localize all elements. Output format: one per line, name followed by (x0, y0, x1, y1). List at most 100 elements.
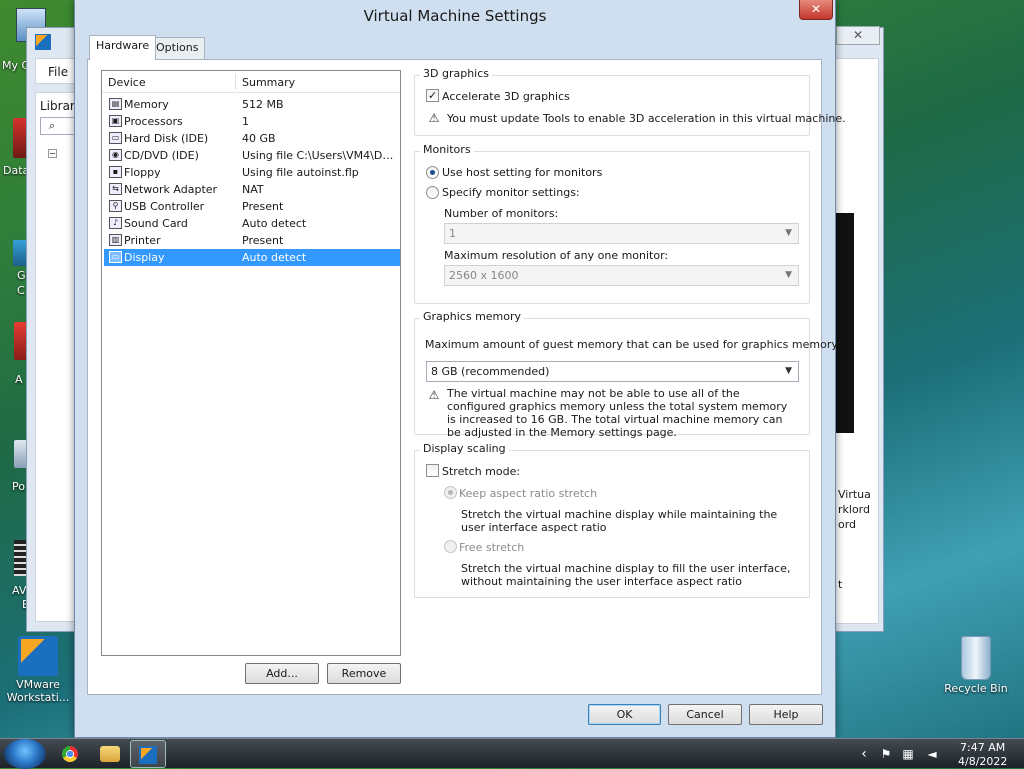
clock-date[interactable]: 4/8/2022 (958, 755, 1007, 768)
column-header-device[interactable]: Device (108, 76, 146, 89)
warning-icon: ⚠ (428, 388, 440, 402)
expand-icon[interactable]: − (48, 149, 57, 158)
tab-options[interactable]: Options (149, 37, 206, 59)
tab-hardware[interactable]: Hardware (89, 35, 157, 60)
taskbar-vmware-button[interactable] (130, 740, 166, 768)
start-button[interactable] (4, 739, 46, 769)
remove-device-button[interactable]: Remove (327, 663, 401, 684)
graphics-memory-warning-text: The virtual machine may not be able to u… (447, 387, 788, 439)
group-title: Display scaling (420, 442, 509, 455)
use-host-setting-radio[interactable] (426, 166, 439, 179)
device-summary: NAT (242, 183, 264, 196)
vm-details-text: Virtua rklord ord t (838, 487, 871, 592)
device-summary: Using file C:\Users\VM4\Dow... (242, 149, 396, 162)
device-name: Memory (124, 98, 169, 111)
vm-detail-line: rklord (838, 503, 870, 516)
hard-disk-icon: ▭ (109, 132, 122, 144)
desktop-icon-label: C (17, 284, 25, 297)
device-summary: Using file autoinst.flp (242, 166, 359, 179)
sound-card-icon: ♪ (109, 217, 122, 229)
hardware-panel: Device Summary ▤ Memory 512 MB ▣ Processors 1… (87, 59, 846, 695)
device-name: Network Adapter (124, 183, 218, 196)
max-resolution-select[interactable]: 2560 x 1600 ▼ (444, 265, 799, 286)
number-of-monitors-label: Number of monitors: (444, 207, 559, 220)
clock-time[interactable]: 7:47 AM (960, 741, 1005, 754)
group-title: Monitors (420, 143, 474, 156)
device-row-usb-controller[interactable]: ⚲ USB Controller Present (104, 198, 400, 215)
device-row-sound-card[interactable]: ♪ Sound Card Auto detect (104, 215, 400, 232)
desktop-icon-label: VMware (16, 678, 60, 691)
free-stretch-radio[interactable] (444, 540, 457, 553)
device-summary: 40 GB (242, 132, 276, 145)
chrome-icon[interactable] (62, 746, 78, 762)
device-summary: Present (242, 234, 284, 247)
display-icon: ▭ (109, 251, 122, 263)
vm-detail-line: ord (838, 518, 857, 531)
folder-icon[interactable] (100, 746, 120, 762)
device-name: Processors (124, 115, 183, 128)
device-name: Display (124, 251, 165, 264)
accelerate-3d-label: Accelerate 3D graphics (442, 90, 570, 103)
device-row-cd-dvd-ide[interactable]: ◉ CD/DVD (IDE) Using file C:\Users\VM4\Dow… (104, 147, 400, 164)
chevron-down-icon: ▼ (785, 366, 792, 376)
network-icon[interactable]: ▦ (900, 747, 916, 761)
device-row-hard-disk-ide[interactable]: ▭ Hard Disk (IDE) 40 GB (104, 130, 400, 147)
taskbar: ‹ ⚑ ▦ ◄ 7:47 AM 4/8/2022 (0, 738, 1024, 769)
stretch-mode-checkbox[interactable] (426, 464, 439, 477)
desktop-icon-vmware-workstation[interactable]: VMware Workstati... (6, 636, 70, 704)
desktop-icon-label: Workstati... (6, 691, 70, 704)
ok-button[interactable]: OK (588, 704, 661, 725)
action-center-flag-icon[interactable]: ⚑ (878, 747, 894, 761)
device-name: CD/DVD (IDE) (124, 149, 199, 162)
group-title: Graphics memory (420, 310, 525, 323)
max-resolution-value: 2560 x 1600 (449, 269, 519, 282)
system-tray: ‹ ⚑ ▦ ◄ 7:47 AM 4/8/2022 (852, 739, 1024, 769)
free-stretch-label: Free stretch (459, 541, 525, 554)
background-window-close-button[interactable]: ✕ (836, 26, 880, 45)
dialog-close-button[interactable]: ✕ (799, 0, 833, 20)
desktop-icon-label: A (15, 373, 23, 386)
device-name: Sound Card (124, 217, 188, 230)
device-summary: Present (242, 200, 284, 213)
device-row-floppy[interactable]: ▪ Floppy Using file autoinst.flp (104, 164, 400, 181)
cd-dvd-icon: ◉ (109, 149, 122, 161)
device-row-network-adapter[interactable]: ⇆ Network Adapter NAT (104, 181, 400, 198)
virtual-machine-settings-dialog: Virtual Machine Settings ✕ Hardware Opti… (74, 0, 846, 738)
number-of-monitors-select[interactable]: 1 ▼ (444, 223, 799, 244)
group-graphics-memory: Graphics memory Maximum amount of guest … (414, 310, 841, 439)
group-3d-graphics: 3D graphics ✓ Accelerate 3D graphics ⚠ Y… (414, 67, 846, 136)
device-summary: 1 (242, 115, 249, 128)
device-row-printer[interactable]: ▥ Printer Present (104, 232, 400, 249)
vmware-icon (18, 636, 58, 676)
graphics-memory-select[interactable]: 8 GB (recommended) ▼ (426, 361, 799, 382)
keep-aspect-ratio-radio[interactable] (444, 486, 457, 499)
device-name: USB Controller (124, 200, 205, 213)
desktop-icon-recycle-bin[interactable]: Recycle Bin (942, 636, 1010, 695)
vmware-icon (139, 746, 157, 764)
help-button[interactable]: Help (749, 704, 823, 725)
device-row-processors[interactable]: ▣ Processors 1 (104, 113, 400, 130)
graphics-memory-label: Maximum amount of guest memory that can … (425, 338, 841, 351)
device-name: Hard Disk (IDE) (124, 132, 209, 145)
volume-muted-icon[interactable]: ◄ (924, 747, 940, 761)
accelerate-3d-checkbox[interactable]: ✓ (426, 89, 439, 102)
keep-aspect-ratio-description: Stretch the virtual machine display whil… (461, 508, 778, 534)
add-device-button[interactable]: Add... (245, 663, 319, 684)
device-row-display[interactable]: ▭ Display Auto detect (104, 249, 400, 266)
graphics-memory-value: 8 GB (recommended) (431, 365, 550, 378)
dialog-title: Virtual Machine Settings (363, 7, 547, 25)
memory-icon: ▤ (109, 98, 122, 110)
device-list[interactable]: Device Summary ▤ Memory 512 MB ▣ Processors 1… (101, 70, 401, 656)
vmware-window-icon (35, 34, 51, 50)
free-stretch-description: Stretch the virtual machine display to f… (461, 562, 791, 588)
printer-icon: ▥ (109, 234, 122, 246)
specify-monitor-settings-radio[interactable] (426, 186, 439, 199)
network-adapter-icon: ⇆ (109, 183, 122, 195)
vm-detail-line: Virtua (838, 488, 871, 501)
column-header-summary[interactable]: Summary (242, 76, 295, 89)
show-hidden-icons-chevron-icon[interactable]: ‹ (856, 747, 872, 761)
cancel-button[interactable]: Cancel (668, 704, 742, 725)
device-row-memory[interactable]: ▤ Memory 512 MB (104, 96, 400, 113)
desktop-icon-label: Recycle Bin (944, 682, 1008, 695)
processor-icon: ▣ (109, 115, 122, 127)
